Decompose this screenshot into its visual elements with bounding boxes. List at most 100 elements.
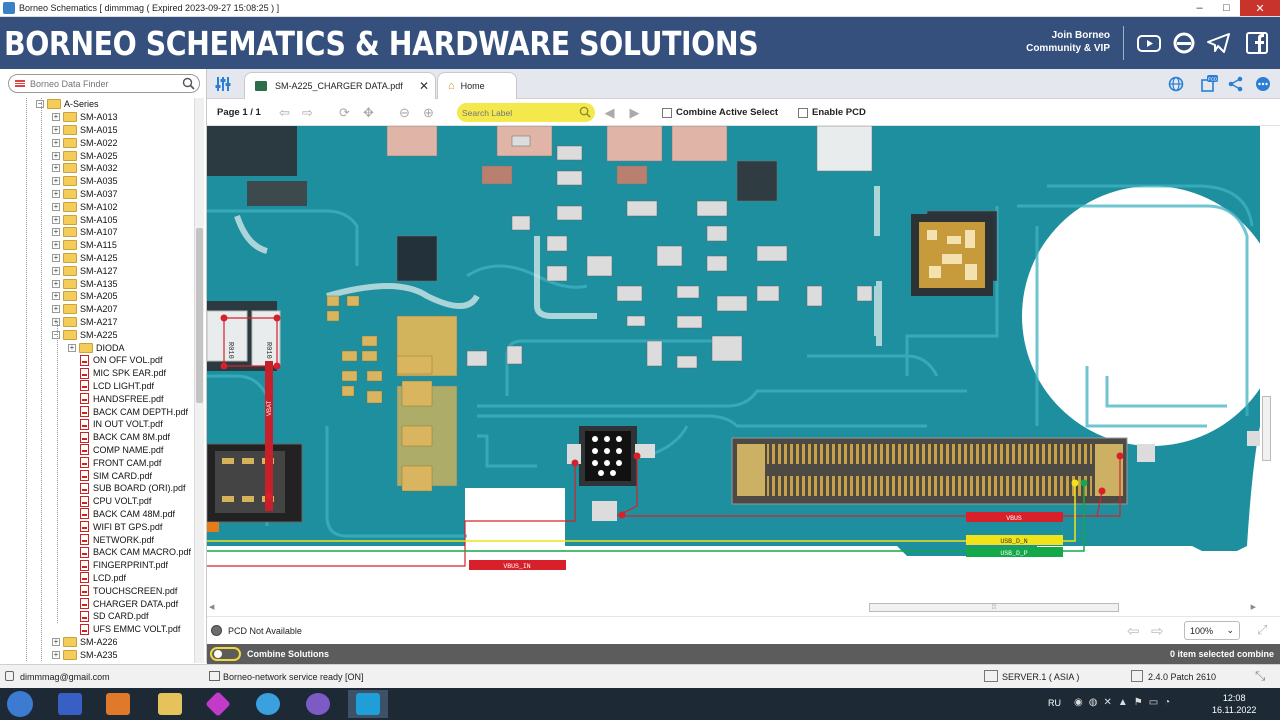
tree-file-item[interactable]: SUB BOARD (ORI).pdf: [80, 482, 186, 495]
schematic-canvas[interactable]: VBAT R010 R010 VBUS USB_D_N USB_D_P VBUS…: [207, 126, 1260, 601]
tab-charger-data[interactable]: SM-A225_CHARGER DATA.pdf ✕: [244, 72, 436, 99]
zoom-in-icon[interactable]: ⊕: [421, 105, 436, 120]
fullscreen-icon[interactable]: ⤢: [1257, 622, 1267, 638]
tree-folder-item[interactable]: + SM-A032: [52, 162, 118, 175]
taskbar-app-borneo[interactable]: [348, 690, 388, 718]
label-search[interactable]: [457, 103, 595, 122]
taskbar-app-explorer[interactable]: [150, 690, 190, 718]
expand-icon[interactable]: +: [52, 202, 60, 211]
expand-icon[interactable]: +: [52, 305, 60, 314]
tree-folder-item[interactable]: + SM-A025: [52, 149, 118, 162]
tree-folder-item[interactable]: + SM-A037: [52, 188, 118, 201]
close-button[interactable]: ✕: [1240, 0, 1280, 16]
pcd-icon[interactable]: PCD: [1200, 75, 1218, 93]
expand-icon[interactable]: +: [52, 125, 60, 134]
tree-folder-item[interactable]: + SM-A105: [52, 213, 118, 226]
tree-folder-item[interactable]: + SM-A015: [52, 124, 118, 137]
canvas-vertical-scrollbar[interactable]: [1260, 126, 1280, 616]
tree-file-item[interactable]: BACK CAM 48M.pdf: [80, 508, 175, 521]
expand-icon[interactable]: +: [52, 650, 60, 659]
tree-file-item[interactable]: LCD.pdf: [80, 572, 126, 585]
expand-icon[interactable]: +: [52, 164, 60, 173]
tree-folder-item[interactable]: + SM-A127: [52, 264, 118, 277]
tree-folder-item[interactable]: + SM-A207: [52, 303, 118, 316]
sidebar-scrollbar[interactable]: [194, 98, 204, 663]
expand-icon[interactable]: +: [52, 177, 60, 186]
tree-file-item[interactable]: BACK CAM MACRO.pdf: [80, 546, 191, 559]
move-icon[interactable]: ✥: [361, 105, 376, 120]
next-page-icon[interactable]: ⇨: [300, 105, 315, 120]
tree-folder-item[interactable]: + SM-A205: [52, 290, 118, 303]
canvas-horizontal-scrollbar[interactable]: ◀ ⦙⦙⦙ ▶: [207, 601, 1260, 616]
prev-result-icon[interactable]: ◀: [602, 105, 617, 120]
tree-folder-item[interactable]: + SM-A102: [52, 200, 118, 213]
system-clock[interactable]: 12:08 16.11.2022: [1212, 692, 1256, 716]
horizontal-scroll-thumb[interactable]: ⦙⦙⦙: [869, 603, 1119, 612]
expand-icon[interactable]: +: [52, 279, 60, 288]
minimize-button[interactable]: –: [1186, 0, 1213, 16]
tab-home[interactable]: ⌂ Home: [437, 72, 517, 99]
tree-folder-item[interactable]: + SM-A125: [52, 252, 118, 265]
globe-icon[interactable]: [1167, 75, 1185, 93]
checkbox-box[interactable]: [662, 107, 672, 118]
tree-file-item[interactable]: FINGERPRINT.pdf: [80, 559, 168, 572]
tree-folder-item[interactable]: + SM-A022: [52, 136, 118, 149]
expand-icon[interactable]: +: [68, 343, 76, 352]
sidebar-scroll-thumb[interactable]: [196, 228, 203, 403]
join-community-link[interactable]: Join Borneo Community & VIP: [1010, 29, 1110, 55]
enable-pcd-checkbox[interactable]: Enable PCD: [798, 107, 866, 118]
tray-icons[interactable]: ◉◍✕▲⚑▭◔: [1074, 697, 1176, 708]
tree-file-item[interactable]: FRONT CAM.pdf: [80, 456, 161, 469]
tree-folder-item[interactable]: − SM-A225: [52, 328, 118, 341]
browser-icon[interactable]: [1171, 31, 1197, 55]
tree-folder-item[interactable]: − A-Series: [36, 98, 99, 111]
start-button[interactable]: [0, 690, 40, 718]
collapse-icon[interactable]: −: [52, 330, 60, 339]
zoom-out-icon[interactable]: ⊖: [397, 105, 412, 120]
tree-file-item[interactable]: CPU VOLT.pdf: [80, 495, 151, 508]
vertical-scroll-thumb[interactable]: [1262, 396, 1271, 461]
tree-file-item[interactable]: HANDSFREE.pdf: [80, 392, 164, 405]
rotate-icon[interactable]: ⟳: [337, 105, 352, 120]
tree-folder-item[interactable]: + SM-A235: [52, 648, 118, 661]
expand-icon[interactable]: +: [52, 215, 60, 224]
scroll-left-arrow-icon[interactable]: ◀: [209, 603, 214, 611]
tree-file-item[interactable]: SIM CARD.pdf: [80, 469, 152, 482]
expand-icon[interactable]: +: [52, 292, 60, 301]
tree-file-item[interactable]: MIC SPK EAR.pdf: [80, 367, 166, 380]
adjust-settings-icon[interactable]: [214, 75, 232, 93]
tree-folder-item[interactable]: + SM-A115: [52, 239, 117, 252]
tree-file-item[interactable]: SD CARD.pdf: [80, 610, 149, 623]
tree-folder-item[interactable]: + SM-A107: [52, 226, 118, 239]
back-arrow-icon[interactable]: ⇦: [1127, 622, 1140, 640]
facebook-icon[interactable]: [1244, 31, 1270, 55]
next-result-icon[interactable]: ▶: [627, 105, 642, 120]
tree-folder-item[interactable]: + DIODA: [68, 341, 125, 354]
expand-icon[interactable]: +: [52, 241, 60, 250]
combine-active-select-checkbox[interactable]: Combine Active Select: [662, 107, 778, 118]
expand-icon[interactable]: +: [52, 138, 60, 147]
tree-file-item[interactable]: UFS EMMC VOLT.pdf: [80, 623, 180, 636]
taskbar-app-viber[interactable]: [298, 690, 338, 718]
tree-folder-item[interactable]: + SM-A035: [52, 175, 118, 188]
collapse-icon[interactable]: −: [36, 100, 44, 109]
data-finder[interactable]: [8, 74, 200, 93]
tree-folder-item[interactable]: + SM-A013: [52, 111, 118, 124]
expand-icon[interactable]: +: [52, 113, 60, 122]
more-options-icon[interactable]: [1254, 75, 1272, 93]
resize-grip-icon[interactable]: ⤡: [1255, 668, 1265, 684]
tree-file-item[interactable]: NETWORK.pdf: [80, 533, 154, 546]
maximize-button[interactable]: □: [1213, 0, 1240, 16]
tab-close-icon[interactable]: ✕: [419, 79, 429, 93]
zoom-select[interactable]: 100% ⌄: [1184, 621, 1240, 640]
tree-file-item[interactable]: CHARGER DATA.pdf: [80, 597, 178, 610]
tree-file-item[interactable]: LCD LIGHT.pdf: [80, 380, 154, 393]
tree-file-item[interactable]: ON OFF VOL.pdf: [80, 354, 163, 367]
menu-icon[interactable]: [15, 80, 25, 87]
tree-file-item[interactable]: WIFI BT GPS.pdf: [80, 520, 162, 533]
data-finder-input[interactable]: [30, 78, 180, 89]
combine-toggle[interactable]: [210, 647, 241, 661]
tree-file-item[interactable]: COMP NAME.pdf: [80, 444, 163, 457]
taskbar-app-browser[interactable]: [198, 690, 238, 718]
telegram-icon[interactable]: [1206, 31, 1232, 55]
